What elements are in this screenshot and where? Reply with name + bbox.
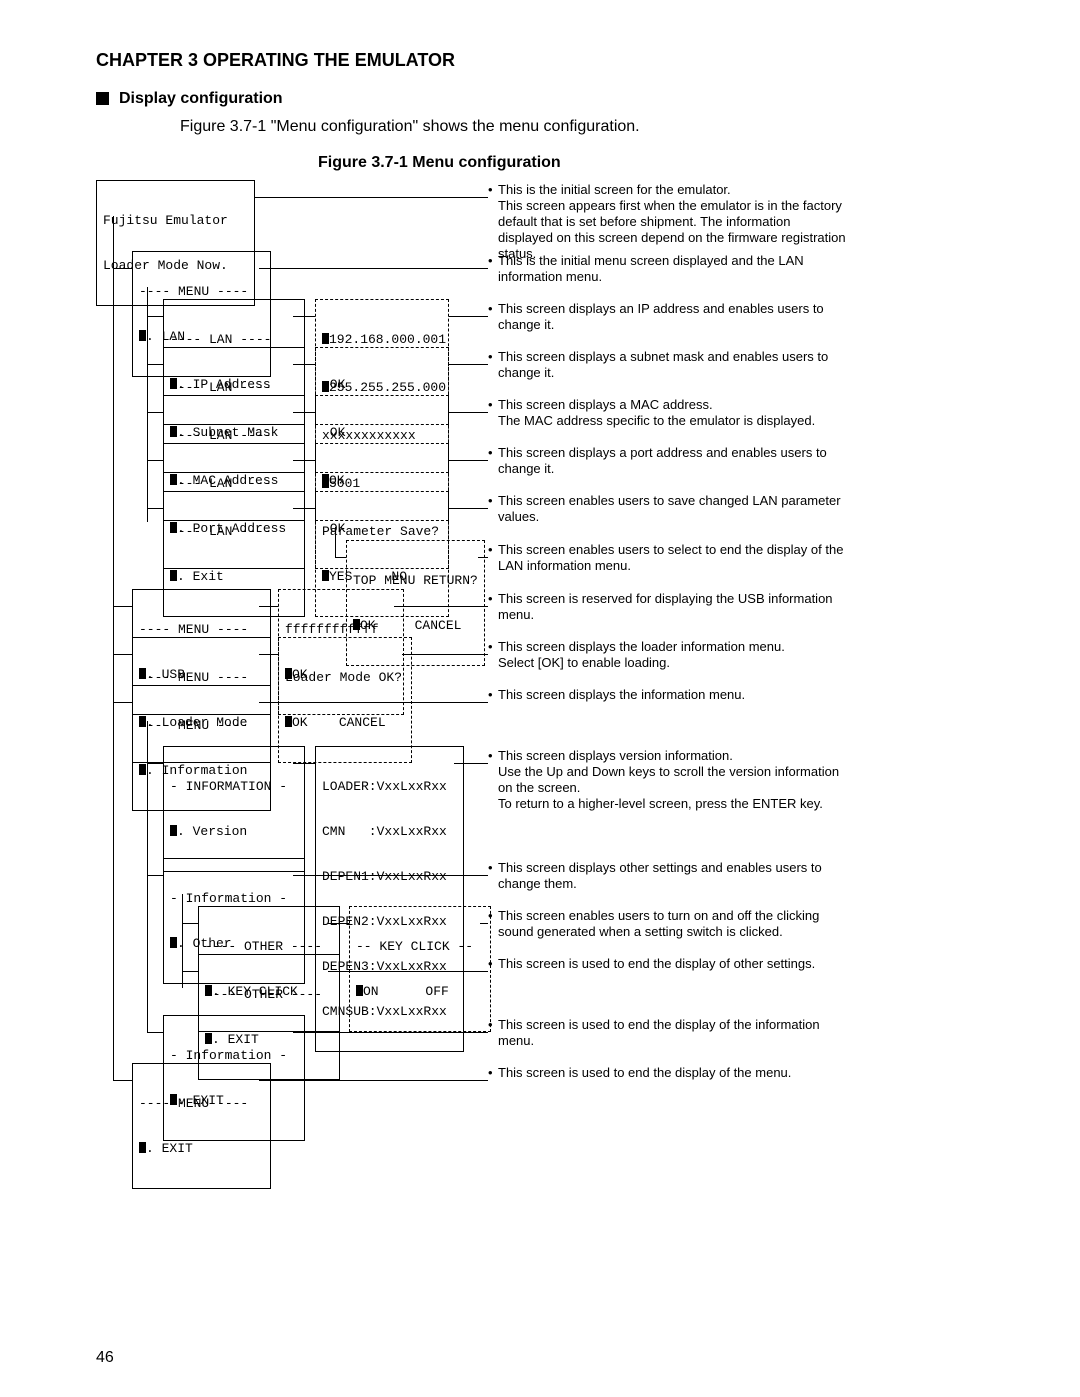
tree-line — [113, 1080, 132, 1081]
tree-line — [254, 197, 488, 198]
tree-line — [328, 923, 349, 924]
tree-line — [293, 1032, 488, 1033]
section-title: Display configuration — [119, 90, 283, 107]
tree-line — [335, 557, 346, 558]
tree-line — [147, 1032, 163, 1033]
tree-line — [147, 721, 148, 1032]
tree-line — [402, 654, 488, 655]
tree-line — [335, 527, 336, 557]
tree-line — [182, 923, 198, 924]
tree-line — [113, 216, 114, 1080]
tree-line — [478, 557, 488, 558]
tree-line — [259, 1080, 488, 1081]
tree-line — [147, 875, 163, 876]
desc-version: This screen displays version information… — [498, 748, 848, 812]
tree-line — [394, 606, 488, 607]
tree-line — [147, 316, 163, 317]
tree-line — [293, 316, 315, 317]
desc-loader: This screen displays the loader informat… — [498, 639, 848, 671]
desc-info-exit: This screen is used to end the display o… — [498, 1017, 848, 1049]
chapter-title: CHAPTER 3 OPERATING THE EMULATOR — [96, 50, 455, 71]
tree-line — [449, 460, 488, 461]
desc-mac: This screen displays a MAC address. The … — [498, 397, 848, 429]
tree-line — [147, 412, 163, 413]
desc-other: This screen displays other settings and … — [498, 860, 848, 892]
desc-ip: This screen displays an IP address and e… — [498, 301, 848, 333]
bullet-icon: • — [488, 542, 493, 557]
bullet-icon: • — [488, 349, 493, 364]
tree-line — [147, 364, 163, 365]
bullet-icon: • — [488, 860, 493, 875]
desc-menu-exit: This screen is used to end the display o… — [498, 1065, 848, 1081]
bullet-icon: • — [488, 301, 493, 316]
bullet-icon: • — [488, 639, 493, 654]
tree-line — [293, 763, 315, 764]
bullet-icon: • — [488, 687, 493, 702]
tree-line — [454, 763, 488, 764]
tree-line — [147, 508, 163, 509]
tree-line — [449, 508, 488, 509]
tree-line — [113, 268, 132, 269]
tree-line — [449, 316, 488, 317]
desc-usb: This screen is reserved for displaying t… — [498, 591, 848, 623]
bullet-icon: • — [488, 748, 493, 763]
desc-root: This is the initial screen for the emula… — [498, 182, 848, 262]
bullet-icon: • — [488, 956, 493, 971]
box-keyclick-value: -- KEY CLICK -- ON OFF — [349, 906, 491, 1032]
root-line1: Fujitsu Emulator — [103, 213, 248, 228]
tree-line — [259, 654, 278, 655]
tree-line — [449, 412, 488, 413]
tree-line — [113, 702, 132, 703]
intro-text: Figure 3.7-1 "Menu configuration" shows … — [180, 118, 640, 136]
tree-line — [113, 606, 132, 607]
bullet-icon: • — [488, 908, 493, 923]
bullet-icon: • — [488, 445, 493, 460]
tree-line — [293, 460, 315, 461]
desc-info: This screen displays the information men… — [498, 687, 848, 703]
tree-line — [147, 460, 163, 461]
bullet-icon: • — [488, 182, 493, 197]
desc-top-return: This screen enables users to select to e… — [498, 542, 848, 574]
tree-line — [480, 923, 488, 924]
cursor-icon — [139, 330, 146, 341]
page-number: 46 — [96, 1349, 114, 1367]
tree-line — [182, 894, 183, 988]
bullet-icon: • — [488, 397, 493, 412]
tree-line — [449, 364, 488, 365]
tree-line — [259, 268, 488, 269]
section-row: Display configuration — [96, 90, 283, 108]
desc-subnet: This screen displays a subnet mask and e… — [498, 349, 848, 381]
desc-keyclick: This screen enables users to turn on and… — [498, 908, 848, 940]
desc-port: This screen displays a port address and … — [498, 445, 848, 477]
tree-line — [259, 702, 488, 703]
tree-line — [113, 654, 132, 655]
tree-line — [147, 287, 148, 522]
bullet-icon: • — [488, 253, 493, 268]
box-info-version: - INFORMATION - . Version — [163, 746, 305, 872]
box-menu-exit: ---- MENU ---- . EXIT — [132, 1063, 271, 1189]
box-loader-value: Loader Mode OK? OK CANCEL — [278, 637, 412, 763]
tree-line — [328, 971, 488, 972]
tree-line — [147, 763, 163, 764]
bullet-icon: • — [488, 591, 493, 606]
tree-line — [293, 508, 315, 509]
desc-lan-exit: This screen enables users to save change… — [498, 493, 848, 525]
bullet-icon: • — [488, 1065, 493, 1080]
tree-line — [293, 364, 315, 365]
page: CHAPTER 3 OPERATING THE EMULATOR Display… — [0, 0, 1080, 1397]
desc-lan: This is the initial menu screen displaye… — [498, 253, 848, 285]
bullet-icon: • — [488, 1017, 493, 1032]
tree-line — [182, 971, 198, 972]
tree-line — [259, 606, 278, 607]
bullet-icon: • — [488, 493, 493, 508]
desc-other-exit: This screen is used to end the display o… — [498, 956, 848, 972]
tree-line — [293, 412, 315, 413]
section-bullet — [96, 92, 109, 105]
tree-line — [293, 875, 488, 876]
figure-title: Figure 3.7-1 Menu configuration — [318, 154, 561, 172]
